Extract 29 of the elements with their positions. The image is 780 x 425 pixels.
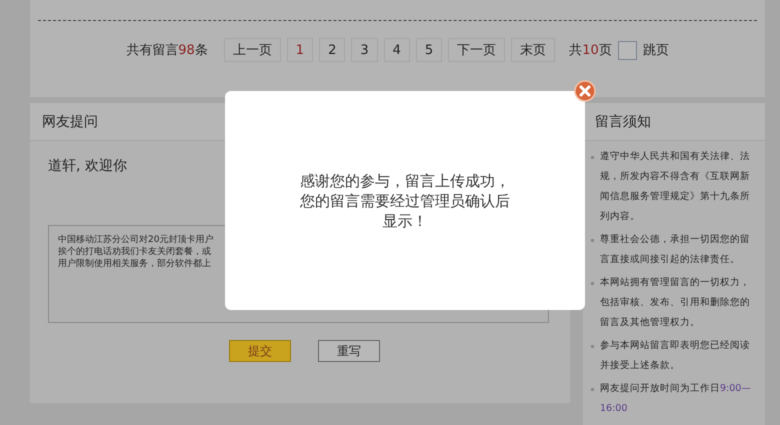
- greeting-text: 道轩, 欢迎你: [48, 157, 127, 175]
- page-button[interactable]: 5: [416, 38, 442, 62]
- notice-text: 网友提问开放时间为工作日 9:00—16:00: [600, 382, 752, 416]
- bullet-icon: [591, 388, 594, 391]
- page-button[interactable]: 末页: [511, 38, 556, 62]
- page-jump-field[interactable]: [618, 40, 637, 60]
- dialog-message: 感谢您的参与，留言上传成功，您的留言需要经过管理员确认后显示！: [299, 170, 511, 230]
- notice-text: 本网站拥有管理留言的一切权力，包括审核、发布、引用和删除您的留言及其他管理权力。: [600, 276, 751, 330]
- page-button[interactable]: 3: [351, 38, 378, 62]
- page-button[interactable]: 下一页: [448, 38, 506, 62]
- bullet-icon: [591, 345, 594, 348]
- page-button[interactable]: 上一页: [224, 38, 281, 62]
- page-total: 共10页: [569, 42, 612, 59]
- message-count: 共有留言98条: [126, 42, 208, 59]
- bullet-icon: [591, 239, 594, 242]
- jump-link[interactable]: 跳页: [642, 41, 669, 59]
- submit-button[interactable]: 提交: [229, 340, 291, 362]
- bullet-icon: [591, 282, 594, 285]
- panel-title: 网友提问: [42, 112, 98, 130]
- reset-button[interactable]: 重写: [318, 340, 380, 362]
- panel-title: 留言须知: [595, 112, 651, 130]
- close-icon[interactable]: [574, 80, 596, 102]
- notice-text: 遵守中华人民共和国有关法律、法规，所发内容不得含有《互联网新闻信息服务管理规定》第十九条所列内容。: [600, 150, 751, 224]
- bullet-icon: [591, 156, 594, 159]
- page-button[interactable]: 2: [319, 38, 346, 62]
- page-button[interactable]: 1: [286, 38, 314, 62]
- page-button[interactable]: 4: [384, 38, 410, 62]
- notice-text: 尊重社会公德，承担一切因您的留言直接或间接引起的法律责任。: [600, 233, 751, 267]
- notice-text: 参与本网站留言即表明您已经阅读并接受上述条款。: [600, 339, 751, 373]
